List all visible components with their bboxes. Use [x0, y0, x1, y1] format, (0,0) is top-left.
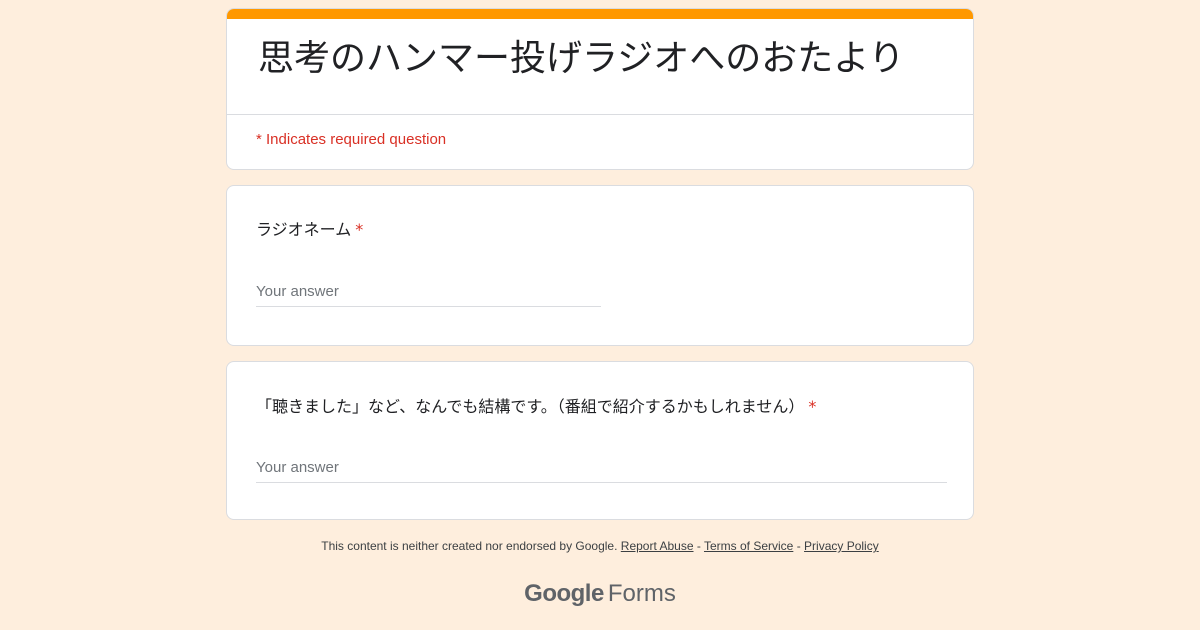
footer-separator: - [696, 539, 701, 553]
brand-google: Google [524, 580, 604, 607]
form-page: 思考のハンマー投げラジオへのおたより * Indicates required … [0, 0, 1200, 630]
disclaimer-text: This content is neither created nor endo… [321, 539, 618, 553]
question-card-message: 「聴きました」など、なんでも結構です。（番組で紹介するかもしれません） * [226, 361, 974, 520]
required-note: * Indicates required question [256, 131, 447, 148]
brand-forms: Forms [607, 580, 676, 607]
question-label: ラジオネーム [256, 220, 352, 239]
form-title: 思考のハンマー投げラジオへのおたより [258, 38, 905, 79]
terms-of-service-link[interactable]: Terms of Service [704, 539, 793, 553]
footer-separator: - [796, 539, 801, 553]
form-header-card: 思考のハンマー投げラジオへのおたより * Indicates required … [226, 8, 974, 170]
report-abuse-link[interactable]: Report Abuse [621, 539, 694, 553]
accent-bar [227, 9, 973, 19]
privacy-policy-link[interactable]: Privacy Policy [804, 539, 879, 553]
footer-disclaimer: This content is neither created nor endo… [0, 539, 1200, 553]
radio-name-input[interactable] [256, 281, 601, 307]
message-input[interactable] [256, 457, 947, 483]
question-title: ラジオネーム * [256, 216, 363, 240]
question-title: 「聴きました」など、なんでも結構です。（番組で紹介するかもしれません） * [256, 393, 816, 417]
question-card-radio-name: ラジオネーム * [226, 185, 974, 346]
required-star: * [355, 220, 364, 239]
required-star: * [808, 397, 817, 416]
question-label: 「聴きました」など、なんでも結構です。（番組で紹介するかもしれません） [256, 397, 805, 416]
google-forms-logo[interactable]: Google Forms [0, 580, 1200, 608]
header-divider [227, 114, 973, 115]
